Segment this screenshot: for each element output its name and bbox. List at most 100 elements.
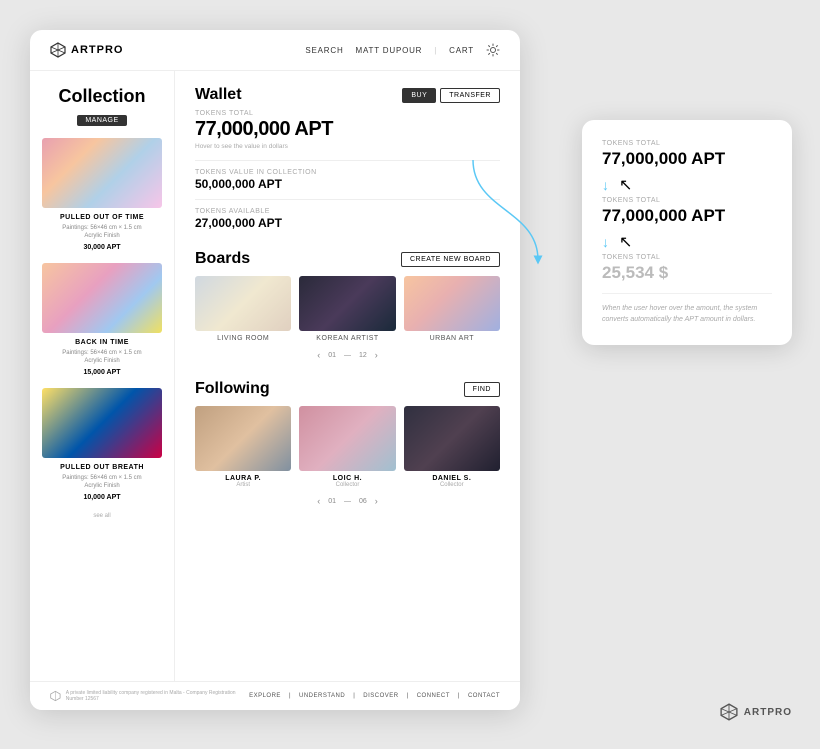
logo: ARTPRO [50,42,123,58]
artpro-bottom-icon [720,703,738,721]
tooltip-label-3: TOKENS TOTAL [602,254,772,261]
person-card-3[interactable]: DANIEL S. Collector [404,406,500,488]
board-image-2 [299,276,395,331]
art-card-1[interactable]: PULLED OUT OF TIME Paintings: 56×46 cm ×… [42,138,162,251]
person-card-2[interactable]: LOIC H. Collector [299,406,395,488]
wallet-header: Wallet BUY TRANSFER [195,86,500,104]
footer-nav: EXPLORE | UNDERSTAND | DISCOVER | CONNEC… [249,693,500,699]
board-card-2[interactable]: KOREAN ARTIST [299,276,395,342]
following-grid: LAURA P. Artist LOIC H. Collector DANIEL… [195,406,500,488]
art-card-2[interactable]: BACK IN TIME Paintings: 56×46 cm × 1.5 c… [42,263,162,376]
board-card-1[interactable]: LIVING ROOM [195,276,291,342]
art-price-3: 10,000 APT [42,494,162,501]
tokens-available-label: TOKENS AVAILABLE [195,208,500,215]
following-next[interactable]: › [375,496,378,506]
boards-next[interactable]: › [375,350,378,360]
tooltip-label-2: TOKENS TOTAL [602,197,772,204]
bottom-logo: ARTPRO [720,703,792,721]
tokens-value-amount: 50,000,000 APT [195,177,500,191]
logo-text: ARTPRO [71,44,123,56]
tooltip-note: When the user hover over the amount, the… [602,304,772,325]
footer-nav-explore[interactable]: EXPLORE [249,693,281,699]
art-image-2 [42,263,162,333]
art-image-1 [42,138,162,208]
tooltip-arrow-1: ↓ [602,177,609,193]
following-page-total: 06 [359,498,367,505]
header: ARTPRO SEARCH MATT DUPOUR | CART [30,30,520,71]
create-board-button[interactable]: CREATE NEW BOARD [401,252,500,267]
sidebar: Collection MANAGE PULLED OUT OF TIME Pai… [30,71,175,706]
person-card-1[interactable]: LAURA P. Artist [195,406,291,488]
bottom-logo-text: ARTPRO [744,707,792,718]
nav-search[interactable]: SEARCH [305,46,343,55]
board-image-3 [404,276,500,331]
art-title-3: PULLED OUT BREATH [42,463,162,472]
tokens-available: TOKENS AVAILABLE 27,000,000 APT [195,208,500,230]
boards-page-total: 12 [359,352,367,359]
art-desc-2: Paintings: 56×46 cm × 1.5 cmAcrylic Fini… [42,349,162,366]
tokens-total-label: TOKENS TOTAL [195,110,500,117]
board-label-2: KOREAN ARTIST [299,335,395,342]
footer-tagline: A private limited liability company regi… [66,690,249,702]
app-window: ARTPRO SEARCH MATT DUPOUR | CART Collect… [30,30,520,710]
header-nav: SEARCH MATT DUPOUR | CART [305,43,500,57]
following-title: Following [195,380,270,398]
boards-header: Boards CREATE NEW BOARD [195,250,500,268]
tokens-value-label: TOKENS VALUE IN COLLECTION [195,169,500,176]
main-content: Wallet BUY TRANSFER TOKENS TOTAL 77,000,… [175,71,520,706]
footer-nav-discover[interactable]: DISCOVER [363,693,398,699]
boards-title: Boards [195,250,250,268]
boards-pagination: ‹ 01 — 12 › [195,350,500,360]
art-image-3 [42,388,162,458]
following-header: Following FIND [195,380,500,398]
sidebar-more[interactable]: see all [42,513,162,519]
footer-nav-understand[interactable]: UNDERSTAND [299,693,345,699]
board-label-1: LIVING ROOM [195,335,291,342]
tooltip-value-3: 25,534 $ [602,263,772,283]
tooltip-value-2: 77,000,000 APT [602,206,725,226]
footer-left: A private limited liability company regi… [50,690,249,702]
tokens-available-amount: 27,000,000 APT [195,216,500,230]
tokens-note: Hover to see the value in dollars [195,143,500,150]
footer-logo-icon [50,690,61,702]
tooltip-label-1: TOKENS TOTAL [602,140,772,147]
following-section: Following FIND LAURA P. Artist LOIC H. C… [195,380,500,506]
person-name-2: LOIC H. [299,475,395,482]
settings-icon[interactable] [486,43,500,57]
art-price-2: 15,000 APT [42,369,162,376]
wallet-title: Wallet [195,86,242,104]
footer-nav-contact[interactable]: CONTACT [468,693,500,699]
boards-prev[interactable]: ‹ [317,350,320,360]
wallet-section: Wallet BUY TRANSFER TOKENS TOTAL 77,000,… [195,86,500,230]
art-title-1: PULLED OUT OF TIME [42,213,162,222]
logo-icon [50,42,66,58]
following-pagination: ‹ 01 — 06 › [195,496,500,506]
nav-user[interactable]: MATT DUPOUR [356,46,423,55]
art-card-3[interactable]: PULLED OUT BREATH Paintings: 56×46 cm × … [42,388,162,501]
sidebar-manage-badge[interactable]: MANAGE [77,115,126,126]
board-card-3[interactable]: URBAN ART [404,276,500,342]
tokens-value-collection: TOKENS VALUE IN COLLECTION 50,000,000 AP… [195,169,500,191]
tokens-total-value: 77,000,000 APT [195,118,500,141]
boards-section: Boards CREATE NEW BOARD LIVING ROOM KORE… [195,250,500,360]
transfer-button[interactable]: TRANSFER [440,88,500,103]
tooltip-card: TOKENS TOTAL 77,000,000 APT ↓ ↖ TOKENS T… [582,120,792,345]
person-role-3: Collector [404,482,500,488]
boards-page-current: 01 [328,352,336,359]
footer-nav-connect[interactable]: CONNECT [417,693,450,699]
board-image-1 [195,276,291,331]
buy-button[interactable]: BUY [402,88,436,103]
following-prev[interactable]: ‹ [317,496,320,506]
nav-cart[interactable]: CART [449,46,474,55]
cursor-icon-2: ↖ [619,232,632,252]
board-label-3: URBAN ART [404,335,500,342]
person-image-2 [299,406,395,471]
find-button[interactable]: FIND [464,382,500,397]
sidebar-title: Collection [42,86,162,107]
person-image-3 [404,406,500,471]
app-footer: A private limited liability company regi… [30,681,520,710]
person-role-1: Artist [195,482,291,488]
cursor-icon-1: ↖ [619,175,632,195]
following-page-current: 01 [328,498,336,505]
art-desc-1: Paintings: 56×46 cm × 1.5 cmAcrylic Fini… [42,224,162,241]
